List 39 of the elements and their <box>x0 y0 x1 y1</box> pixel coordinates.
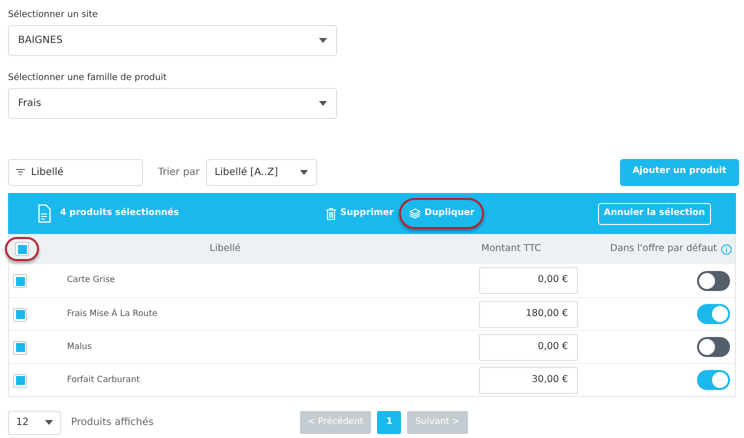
field-label: Sélectionner un site <box>8 9 99 22</box>
checkbox[interactable] <box>13 308 27 322</box>
caret-icon <box>319 101 327 106</box>
site-select[interactable]: BAIGNES <box>8 25 337 56</box>
column-header: Libellé <box>210 242 241 256</box>
toggle-switch[interactable] <box>697 370 730 390</box>
column-header: Montant TTC <box>481 242 542 256</box>
product-label: Forfait Carburant <box>67 374 140 386</box>
document-icon <box>38 204 51 223</box>
product-label: Malus <box>67 340 92 354</box>
amount-field[interactable]: 180,00 € <box>479 300 578 328</box>
caret-icon <box>319 38 327 43</box>
caret-icon <box>45 420 53 425</box>
column-header: Dans l'offre par défaut <box>610 242 717 256</box>
toggle-switch[interactable] <box>697 270 730 290</box>
filter-field[interactable]: Libellé <box>8 158 143 186</box>
family-select[interactable]: Frais <box>8 88 337 119</box>
page-size-label: Produits affichés <box>71 416 154 430</box>
sort-select[interactable]: Libellé [A..Z] <box>206 158 317 186</box>
checkbox[interactable] <box>13 340 27 354</box>
checkbox[interactable] <box>15 242 29 256</box>
product-label: Frais Mise À La Route <box>67 308 158 320</box>
caret-icon <box>300 170 308 174</box>
filter-icon <box>16 169 25 175</box>
sort-label: Trier par <box>158 166 200 180</box>
layers-icon <box>408 208 421 219</box>
selection-count: 4 produits sélectionnés <box>60 206 180 220</box>
toggle-switch[interactable] <box>697 304 730 324</box>
checkbox[interactable] <box>13 374 27 388</box>
checkbox[interactable] <box>13 274 27 288</box>
trash-icon <box>326 208 336 220</box>
info-icon <box>721 244 732 254</box>
field-label: Sélectionner une famille de produit <box>8 72 168 85</box>
product-label: Carte Grise <box>67 274 116 287</box>
page-size-select[interactable]: 12 <box>8 410 61 434</box>
amount-field[interactable]: 0,00 € <box>479 334 578 360</box>
amount-field[interactable]: 30,00 € <box>479 366 578 394</box>
amount-field[interactable]: 0,00 € <box>479 267 578 294</box>
toggle-switch[interactable] <box>697 337 730 357</box>
